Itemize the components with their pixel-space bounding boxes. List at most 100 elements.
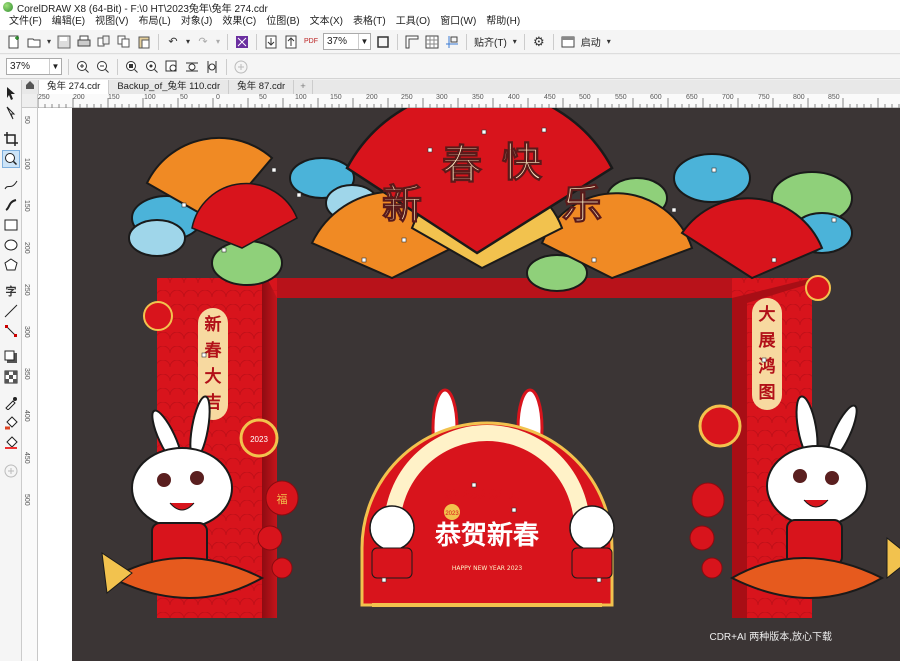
add-tool-icon[interactable] [2, 462, 20, 480]
drop-shadow-tool-icon[interactable] [2, 348, 20, 366]
banner-char: 鸿 [759, 356, 776, 377]
redo-icon[interactable]: ↷ [194, 33, 212, 51]
launch-menu[interactable]: 启动 [578, 34, 604, 49]
show-grid-icon[interactable] [423, 33, 441, 51]
toolbar-separator [68, 58, 69, 75]
year-badge-text: 2023 [250, 435, 268, 444]
ruler-tick-label: 0 [216, 94, 220, 101]
document-tab[interactable]: 兔年 274.cdr [39, 80, 110, 94]
document-tab[interactable]: Backup_of_兔年 110.cdr [109, 80, 230, 94]
toolbox: 字 [0, 80, 22, 661]
transparency-tool-icon[interactable] [2, 368, 20, 386]
banner-char: 春 [205, 340, 222, 361]
export-icon[interactable] [282, 33, 300, 51]
zoom-to-all-objects-icon[interactable] [143, 58, 161, 76]
full-screen-preview-icon[interactable] [374, 33, 392, 51]
zoom-level-combo[interactable]: 37% ▼ [323, 33, 371, 50]
connector-tool-icon[interactable] [2, 322, 20, 340]
color-eyedropper-tool-icon[interactable] [2, 394, 20, 412]
ruler-tick-label: 300 [23, 326, 30, 338]
copy-icon[interactable] [115, 33, 133, 51]
ruler-tick-label: 100 [144, 94, 156, 101]
ruler-tick-label: 50 [23, 116, 30, 124]
undo-icon[interactable]: ↶ [164, 33, 182, 51]
artboard[interactable]: 新 春 快 乐 新 春 大 吉 大 展 鸿 图 2023 福 新春快乐 兔年大吉… [72, 108, 900, 661]
import-icon[interactable] [262, 33, 280, 51]
vertical-ruler[interactable]: 50 100 150 200 250 300 350 400 450 500 [22, 108, 38, 661]
rectangle-tool-icon[interactable] [2, 216, 20, 234]
menu-table[interactable]: 表格(T) [348, 14, 391, 30]
polygon-tool-icon[interactable] [2, 256, 20, 274]
menu-edit[interactable]: 编辑(E) [47, 14, 90, 30]
right-couplet-banner[interactable]: 大 展 鸿 图 [752, 298, 782, 410]
chevron-down-icon[interactable]: ▼ [358, 34, 370, 49]
artistic-media-tool-icon[interactable] [2, 196, 20, 214]
menu-layout[interactable]: 布局(L) [133, 14, 175, 30]
add-tab-icon[interactable]: + [294, 80, 313, 94]
text-tool-icon[interactable]: 字 [2, 282, 20, 300]
application-launcher-icon[interactable] [559, 33, 577, 51]
paste-icon[interactable] [135, 33, 153, 51]
zoom-tool-icon[interactable] [2, 150, 20, 168]
save-icon[interactable] [55, 33, 73, 51]
publish-pdf-icon[interactable]: PDF [302, 33, 320, 51]
menu-effects[interactable]: 效果(C) [217, 14, 261, 30]
ellipse-tool-icon[interactable] [2, 236, 20, 254]
freehand-tool-icon[interactable] [2, 176, 20, 194]
launch-dropdown-icon[interactable]: ▾ [605, 33, 613, 51]
banner-char: 图 [759, 383, 776, 403]
new-document-icon[interactable] [5, 33, 23, 51]
show-guidelines-icon[interactable] [443, 33, 461, 51]
print-icon[interactable] [75, 33, 93, 51]
horizontal-ruler[interactable]: 250 200 150 100 50 0 50 100 150 200 250 … [38, 94, 900, 108]
center-sign[interactable]: 新春快乐 兔年大吉 恭贺新春 HAPPY NEW YEAR 2023 2023 [360, 388, 615, 607]
redo-dropdown-icon[interactable]: ▾ [214, 33, 222, 51]
add-preset-icon[interactable] [232, 58, 250, 76]
parallel-dimension-tool-icon[interactable] [2, 302, 20, 320]
options-gear-icon[interactable]: ⚙ [530, 33, 548, 51]
menu-object[interactable]: 对象(J) [176, 14, 218, 30]
title-char: 快 [502, 139, 543, 186]
ruler-tick-label: 700 [722, 94, 734, 101]
toolbar-separator [256, 33, 257, 50]
snap-to-menu[interactable]: 贴齐(T) [471, 34, 510, 49]
ruler-tick-label: 100 [23, 158, 30, 170]
menu-file[interactable]: 文件(F) [4, 14, 47, 30]
zoom-in-icon[interactable] [74, 58, 92, 76]
zoom-to-page-height-icon[interactable] [203, 58, 221, 76]
arch-artwork[interactable]: 新 春 快 乐 新 春 大 吉 大 展 鸿 图 2023 福 新春快乐 兔年大吉… [72, 108, 900, 661]
crop-tool-icon[interactable] [2, 130, 20, 148]
document-tab[interactable]: 兔年 87.cdr [229, 80, 295, 94]
ruler-tick-label: 250 [401, 94, 413, 101]
shape-tool-icon[interactable] [2, 104, 20, 122]
toolbar-separator [158, 33, 159, 50]
menu-window[interactable]: 窗口(W) [435, 14, 481, 30]
menu-tools[interactable]: 工具(O) [391, 14, 435, 30]
cut-icon[interactable] [95, 33, 113, 51]
home-tab[interactable] [22, 80, 39, 94]
menu-view[interactable]: 视图(V) [90, 14, 133, 30]
zoom-to-page-width-icon[interactable] [183, 58, 201, 76]
zoom-levels-combo[interactable]: 37% ▼ [6, 58, 62, 75]
ruler-tick-label: 200 [23, 242, 30, 254]
banner-char: 新 [205, 314, 222, 335]
snap-dropdown-icon[interactable]: ▾ [511, 33, 519, 51]
ruler-origin[interactable] [22, 94, 38, 108]
undo-dropdown-icon[interactable]: ▾ [184, 33, 192, 51]
smart-fill-tool-icon[interactable] [2, 434, 20, 452]
menu-bitmaps[interactable]: 位图(B) [261, 14, 304, 30]
zoom-to-page-icon[interactable] [163, 58, 181, 76]
menu-text[interactable]: 文本(X) [305, 14, 348, 30]
open-dropdown-icon[interactable]: ▾ [45, 33, 53, 51]
chevron-down-icon[interactable]: ▼ [49, 59, 61, 74]
toolbar-separator [226, 58, 227, 75]
interactive-fill-tool-icon[interactable] [2, 414, 20, 432]
show-rulers-icon[interactable] [403, 33, 421, 51]
open-folder-icon[interactable] [25, 33, 43, 51]
drawing-workspace[interactable]: 新 春 快 乐 新 春 大 吉 大 展 鸿 图 2023 福 新春快乐 兔年大吉… [38, 108, 900, 661]
menu-help[interactable]: 帮助(H) [481, 14, 525, 30]
zoom-to-selected-icon[interactable] [123, 58, 141, 76]
corel-connect-icon[interactable] [233, 33, 251, 51]
zoom-out-icon[interactable] [94, 58, 112, 76]
pick-tool-icon[interactable] [2, 84, 20, 102]
